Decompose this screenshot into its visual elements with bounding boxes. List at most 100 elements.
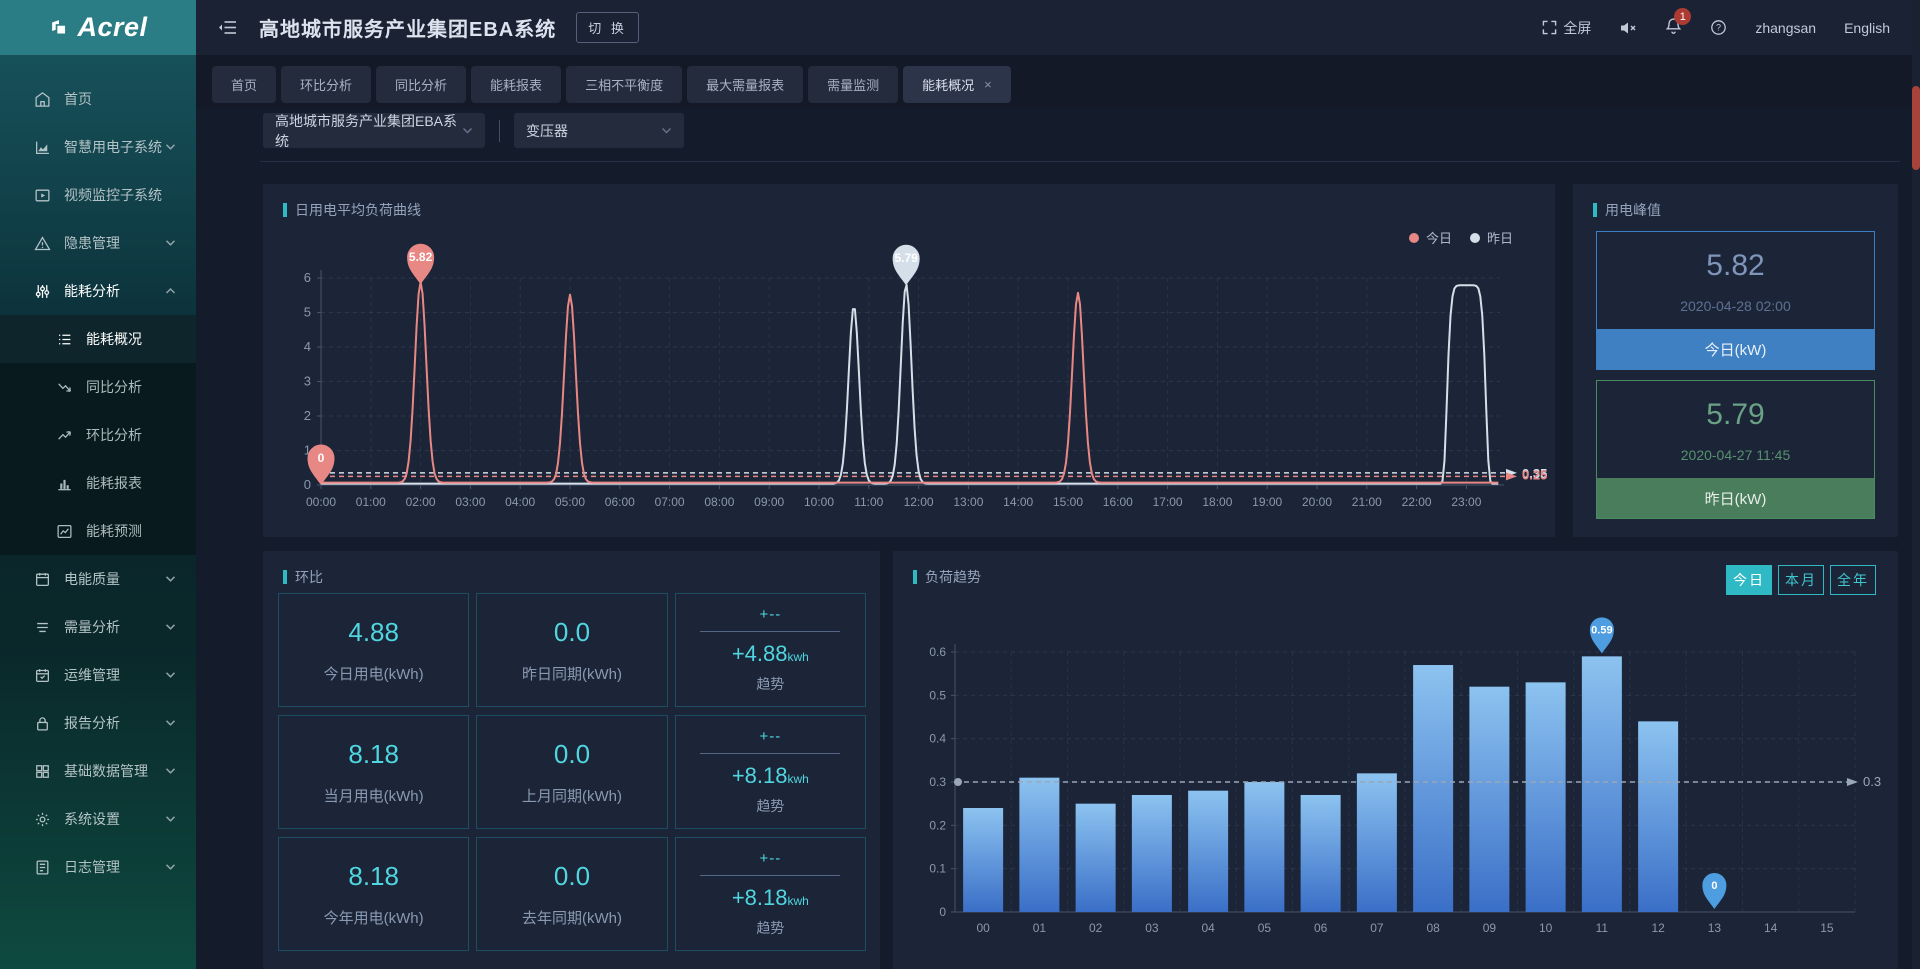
language-switch[interactable]: English: [1844, 20, 1890, 36]
panel-title-text: 日用电平均负荷曲线: [295, 200, 421, 220]
sidebar-item-需量分析[interactable]: 需量分析: [0, 603, 196, 651]
range-button-全年[interactable]: 全年: [1830, 565, 1876, 595]
scrollbar-thumb[interactable]: [1912, 86, 1920, 170]
sidebar-item-报告分析[interactable]: 报告分析: [0, 699, 196, 747]
sidebar-item-视频监控子系统[interactable]: 视频监控子系统: [0, 171, 196, 219]
load-trend-chart: 00.10.20.30.40.50.6000102030405060708091…: [893, 551, 1898, 969]
user-menu[interactable]: zhangsan: [1755, 20, 1816, 36]
tab-能耗报表[interactable]: 能耗报表: [471, 66, 561, 103]
ops-icon: [34, 667, 51, 684]
sidebar-submenu: 能耗概况同比分析环比分析能耗报表能耗预测: [0, 315, 196, 555]
tab-label: 环比分析: [300, 75, 352, 94]
sidebar-item-系统设置[interactable]: 系统设置: [0, 795, 196, 843]
chevron-down-icon: [165, 815, 176, 823]
tab-需量监测[interactable]: 需量监测: [808, 66, 898, 103]
panel-title-text: 负荷趋势: [925, 567, 981, 587]
sidebar-item-运维管理[interactable]: 运维管理: [0, 651, 196, 699]
svg-text:20:00: 20:00: [1302, 495, 1332, 509]
peak-label: 昨日(kW): [1597, 478, 1874, 518]
trend-top-value: +--: [759, 728, 781, 745]
sidebar-subitem-能耗报表[interactable]: 能耗报表: [0, 459, 196, 507]
sidebar-item-label: 同比分析: [86, 377, 142, 397]
sidebar-item-首页[interactable]: 首页: [0, 75, 196, 123]
svg-text:03:00: 03:00: [455, 495, 485, 509]
help-icon[interactable]: ?: [1710, 19, 1727, 36]
svg-text:02: 02: [1089, 921, 1103, 935]
chevron-down-icon: [165, 719, 176, 727]
card-value: 0.0: [554, 861, 590, 892]
svg-text:12: 12: [1651, 921, 1665, 935]
range-buttons: 今日本月全年: [1726, 565, 1876, 595]
tab-同比分析[interactable]: 同比分析: [376, 66, 466, 103]
card-label: 去年同期(kWh): [522, 907, 622, 928]
title-accent-bar: [283, 570, 287, 584]
energy-value-card: 0.0 昨日同期(kWh): [476, 593, 667, 707]
trend-delta: +8.18kwh: [732, 885, 809, 911]
vertical-scrollbar[interactable]: [1912, 0, 1920, 969]
tab-环比分析[interactable]: 环比分析: [281, 66, 371, 103]
svg-text:0: 0: [304, 477, 311, 492]
report-icon: [34, 715, 51, 732]
sidebar-item-智慧用电子系统[interactable]: 智慧用电子系统: [0, 123, 196, 171]
sidebar-subitem-环比分析[interactable]: 环比分析: [0, 411, 196, 459]
sidebar-item-基础数据管理[interactable]: 基础数据管理: [0, 747, 196, 795]
sidebar-item-label: 报告分析: [64, 713, 120, 733]
quality-icon: [34, 571, 51, 588]
site-select[interactable]: 高地城市服务产业集团EBA系统: [263, 113, 485, 148]
legend-item-今日[interactable]: 今日: [1409, 228, 1452, 247]
tab-首页[interactable]: 首页: [212, 66, 276, 103]
collapse-menu-icon[interactable]: [218, 19, 237, 36]
sidebar-item-电能质量[interactable]: 电能质量: [0, 555, 196, 603]
peak-time: 2020-04-28 02:00: [1597, 298, 1874, 314]
sidebar: Acrel 首页智慧用电子系统视频监控子系统隐患管理能耗分析能耗概况同比分析环比…: [0, 0, 196, 969]
chart-marker-pin: 0.59: [1590, 617, 1614, 653]
svg-text:6: 6: [304, 270, 311, 285]
svg-text:0.6: 0.6: [929, 645, 946, 659]
device-select-value: 变压器: [526, 121, 568, 141]
log-icon: [34, 859, 51, 876]
chevron-down-icon: [165, 671, 176, 679]
chevron-down-icon: [165, 143, 176, 151]
tab-label: 同比分析: [395, 75, 447, 94]
notifications-button[interactable]: 1: [1665, 17, 1682, 38]
svg-text:5: 5: [304, 305, 311, 320]
sidebar-subitem-能耗预测[interactable]: 能耗预测: [0, 507, 196, 555]
title-accent-bar: [913, 570, 917, 584]
tab-close-icon[interactable]: ×: [984, 77, 992, 92]
card-label: 当月用电(kWh): [324, 785, 424, 806]
svg-text:10:00: 10:00: [804, 495, 834, 509]
tab-能耗概况[interactable]: 能耗概况×: [903, 66, 1011, 103]
sidebar-item-label: 能耗概况: [86, 329, 142, 349]
device-select[interactable]: 变压器: [514, 113, 684, 148]
sidebar-subitem-能耗概况[interactable]: 能耗概况: [0, 315, 196, 363]
power-peak-panel: 用电峰值 5.82 2020-04-28 02:00 今日(kW) 5.79 2…: [1573, 184, 1898, 537]
mute-icon[interactable]: [1619, 20, 1637, 36]
warning-icon: [34, 235, 51, 252]
switch-button[interactable]: 切 换: [576, 12, 639, 43]
tab-三相不平衡度[interactable]: 三相不平衡度: [566, 66, 682, 103]
chevron-down-icon: [165, 623, 176, 631]
peak-card-yesterday: 5.79 2020-04-27 11:45 昨日(kW): [1596, 380, 1875, 519]
sidebar-subitem-同比分析[interactable]: 同比分析: [0, 363, 196, 411]
sidebar-item-能耗分析[interactable]: 能耗分析: [0, 267, 196, 315]
notification-badge: 1: [1674, 8, 1691, 25]
sidebar-item-日志管理[interactable]: 日志管理: [0, 843, 196, 891]
range-button-今日[interactable]: 今日: [1726, 565, 1772, 595]
tab-最大需量报表[interactable]: 最大需量报表: [687, 66, 803, 103]
energy-value-card: 4.88 今日用电(kWh): [278, 593, 469, 707]
sidebar-item-label: 首页: [64, 89, 92, 109]
svg-text:00: 00: [976, 921, 990, 935]
fullscreen-button[interactable]: 全屏: [1542, 18, 1591, 38]
svg-text:05: 05: [1258, 921, 1272, 935]
sidebar-item-隐患管理[interactable]: 隐患管理: [0, 219, 196, 267]
peak-label: 今日(kW): [1597, 329, 1874, 369]
range-button-本月[interactable]: 本月: [1778, 565, 1824, 595]
svg-text:19:00: 19:00: [1252, 495, 1282, 509]
legend-item-昨日[interactable]: 昨日: [1470, 228, 1513, 247]
load-curve-chart: 012345600:0001:0002:0003:0004:0005:0006:…: [263, 184, 1555, 537]
comparison-card-grid: 4.88 今日用电(kWh)0.0 昨日同期(kWh)+-- +4.88kwh …: [278, 593, 866, 951]
energy-value-card: 0.0 上月同期(kWh): [476, 715, 667, 829]
energy-value-card: 0.0 去年同期(kWh): [476, 837, 667, 951]
energy-icon: [34, 283, 51, 300]
legend-label: 昨日: [1487, 228, 1513, 247]
